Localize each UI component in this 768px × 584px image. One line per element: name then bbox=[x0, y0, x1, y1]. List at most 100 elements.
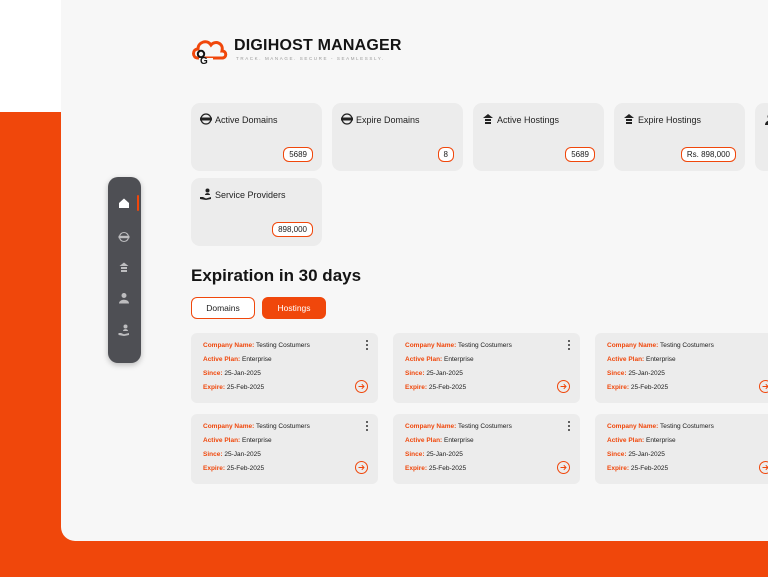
plan-value: Enterprise bbox=[646, 437, 676, 444]
since-label: Since: bbox=[607, 451, 627, 458]
stat-value-badge: 5689 bbox=[565, 147, 595, 162]
stat-value-badge: 8 bbox=[437, 147, 454, 162]
arrow-right-circle-icon[interactable] bbox=[759, 380, 768, 393]
expiration-card[interactable]: Company Name: Testing Costumers Active P… bbox=[595, 414, 768, 484]
arrow-right-circle-icon[interactable] bbox=[355, 461, 368, 474]
expire-label: Expire: bbox=[203, 465, 226, 472]
since-value: 25-Jan-2025 bbox=[628, 370, 665, 377]
app-title: DIGIHOST MANAGER bbox=[234, 37, 402, 54]
since-value: 25-Jan-2025 bbox=[224, 370, 261, 377]
app-logo: G DIGIHOST MANAGER TRACK. MANAGE. SECURE… bbox=[190, 34, 450, 68]
plan-value: Enterprise bbox=[444, 356, 474, 363]
company-value: Testing Costumers bbox=[660, 423, 714, 430]
plan-label: Active Plan: bbox=[405, 437, 443, 444]
since-label: Since: bbox=[405, 451, 425, 458]
company-label: Company Name: bbox=[405, 342, 457, 349]
company-value: Testing Costumers bbox=[256, 423, 310, 430]
expire-label: Expire: bbox=[607, 465, 630, 472]
since-label: Since: bbox=[203, 370, 223, 377]
since-label: Since: bbox=[607, 370, 627, 377]
expire-value: 25-Feb-2025 bbox=[630, 384, 669, 391]
expiration-card[interactable]: Company Name: Testing Costumers Active P… bbox=[191, 333, 378, 403]
expire-label: Expire: bbox=[203, 384, 226, 391]
expire-value: 25-Feb-2025 bbox=[226, 465, 265, 472]
since-value: 25-Jan-2025 bbox=[628, 451, 665, 458]
expire-label: Expire: bbox=[405, 465, 428, 472]
tab-domains[interactable]: Domains bbox=[191, 297, 255, 319]
stat-value-badge: Rs. 898,000 bbox=[680, 147, 736, 162]
user-icon bbox=[119, 293, 129, 304]
hand-user-icon bbox=[118, 324, 129, 336]
tab-hostings[interactable]: Hostings bbox=[262, 297, 326, 319]
more-options-icon[interactable] bbox=[566, 340, 572, 350]
active-indicator bbox=[137, 195, 139, 211]
plan-label: Active Plan: bbox=[607, 356, 645, 363]
company-label: Company Name: bbox=[607, 342, 659, 349]
plan-label: Active Plan: bbox=[203, 437, 241, 444]
plan-label: Active Plan: bbox=[607, 437, 645, 444]
stat-label: Active Hostings bbox=[497, 115, 560, 125]
since-value: 25-Jan-2025 bbox=[426, 451, 463, 458]
sidebar-item-service-providers[interactable] bbox=[116, 322, 132, 338]
svg-text:G: G bbox=[200, 56, 208, 66]
more-options-icon[interactable] bbox=[566, 421, 572, 431]
plan-label: Active Plan: bbox=[405, 356, 443, 363]
www-globe-icon bbox=[118, 231, 130, 243]
plan-value: Enterprise bbox=[646, 356, 676, 363]
stat-card-partial[interactable] bbox=[755, 103, 768, 171]
stat-label: Expire Domains bbox=[356, 115, 420, 125]
sidebar-item-hostings[interactable] bbox=[116, 259, 132, 275]
cloud-server-icon bbox=[483, 114, 493, 124]
stat-card-service-providers[interactable]: Service Providers 898,000 bbox=[191, 178, 322, 246]
stat-card-active-hostings[interactable]: Active Hostings 5689 bbox=[473, 103, 604, 171]
since-label: Since: bbox=[405, 370, 425, 377]
expiration-card[interactable]: Company Name: Testing Costumers Active P… bbox=[393, 333, 580, 403]
home-icon bbox=[119, 198, 129, 208]
sidebar-item-users[interactable] bbox=[116, 290, 132, 306]
plan-value: Enterprise bbox=[444, 437, 474, 444]
company-value: Testing Costumers bbox=[458, 423, 512, 430]
expire-value: 25-Feb-2025 bbox=[428, 384, 467, 391]
arrow-right-circle-icon[interactable] bbox=[355, 380, 368, 393]
stat-label: Service Providers bbox=[215, 190, 286, 200]
expire-value: 25-Feb-2025 bbox=[428, 465, 467, 472]
app-tagline: TRACK. MANAGE. SECURE - SEAMLESSLY. bbox=[236, 56, 385, 61]
expire-value: 25-Feb-2025 bbox=[630, 465, 669, 472]
expire-label: Expire: bbox=[405, 384, 428, 391]
plan-value: Enterprise bbox=[242, 356, 272, 363]
more-options-icon[interactable] bbox=[364, 421, 370, 431]
stat-value-badge: 898,000 bbox=[272, 222, 313, 237]
company-label: Company Name: bbox=[203, 342, 255, 349]
expiration-card[interactable]: Company Name: Testing Costumers Active P… bbox=[393, 414, 580, 484]
stat-card-expire-domains[interactable]: Expire Domains 8 bbox=[332, 103, 463, 171]
more-options-icon[interactable] bbox=[364, 340, 370, 350]
sidebar-item-domains[interactable] bbox=[116, 229, 132, 245]
expire-value: 25-Feb-2025 bbox=[226, 384, 265, 391]
plan-label: Active Plan: bbox=[203, 356, 241, 363]
company-value: Testing Costumers bbox=[256, 342, 310, 349]
stat-card-active-domains[interactable]: Active Domains 5689 bbox=[191, 103, 322, 171]
cloud-server-icon bbox=[624, 114, 634, 124]
cloud-server-icon bbox=[119, 262, 129, 272]
since-value: 25-Jan-2025 bbox=[224, 451, 261, 458]
since-value: 25-Jan-2025 bbox=[426, 370, 463, 377]
hand-user-icon bbox=[200, 188, 211, 200]
cloud-logo-icon: G bbox=[192, 40, 228, 66]
arrow-right-circle-icon[interactable] bbox=[557, 380, 570, 393]
sidebar-item-home[interactable] bbox=[116, 195, 132, 211]
company-value: Testing Costumers bbox=[660, 342, 714, 349]
since-label: Since: bbox=[203, 451, 223, 458]
arrow-right-circle-icon[interactable] bbox=[557, 461, 570, 474]
company-value: Testing Costumers bbox=[458, 342, 512, 349]
www-globe-icon bbox=[341, 113, 353, 125]
company-label: Company Name: bbox=[405, 423, 457, 430]
sidebar-nav bbox=[108, 177, 141, 363]
company-label: Company Name: bbox=[203, 423, 255, 430]
expiration-card[interactable]: Company Name: Testing Costumers Active P… bbox=[595, 333, 768, 403]
arrow-right-circle-icon[interactable] bbox=[759, 461, 768, 474]
stat-card-expire-hostings[interactable]: Expire Hostings Rs. 898,000 bbox=[614, 103, 745, 171]
www-globe-icon bbox=[200, 113, 212, 125]
plan-value: Enterprise bbox=[242, 437, 272, 444]
stat-label: Expire Hostings bbox=[638, 115, 702, 125]
expiration-card[interactable]: Company Name: Testing Costumers Active P… bbox=[191, 414, 378, 484]
